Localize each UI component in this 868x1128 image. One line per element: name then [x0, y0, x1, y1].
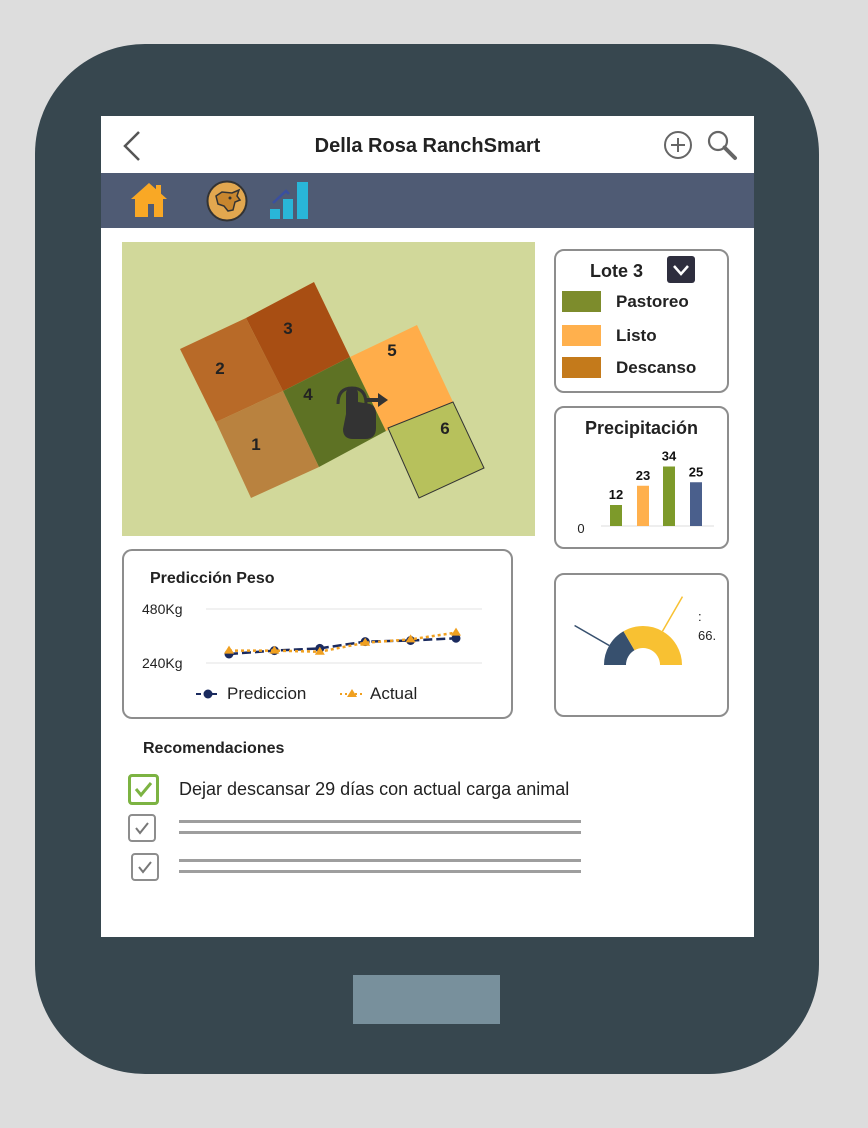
legend-swatch — [562, 291, 601, 312]
data-point — [224, 645, 234, 654]
lote-dropdown[interactable] — [667, 256, 695, 283]
gauge-chart — [574, 596, 684, 665]
search-icon[interactable] — [706, 129, 738, 161]
gauge-leader-line — [661, 596, 684, 632]
home-icon[interactable] — [129, 181, 169, 221]
precip-bar — [610, 505, 622, 526]
weight-prediction-panel: Predicción Peso 480Kg 240Kg Prediccion A… — [122, 549, 513, 719]
recommendations-title: Recomendaciones — [143, 740, 285, 757]
placeholder-lines — [179, 820, 581, 842]
pasture-map: 1 2 3 4 5 6 — [122, 242, 535, 536]
app-title: Della Rosa RanchSmart — [314, 135, 541, 157]
plot-label-2: 2 — [215, 359, 224, 378]
y-tick-bottom: 240Kg — [142, 655, 182, 671]
legend-label: Listo — [616, 326, 657, 345]
bar-chart-icon[interactable] — [269, 179, 313, 221]
home-hardware-button[interactable] — [353, 975, 500, 1024]
plot-label-5: 5 — [387, 341, 396, 360]
plot-label-1: 1 — [251, 435, 260, 454]
nav-bar — [101, 173, 754, 228]
chevron-down-icon — [673, 265, 689, 276]
precip-bar — [690, 482, 702, 526]
precip-value-label: 23 — [636, 468, 650, 483]
check-icon — [138, 861, 152, 874]
precipitation-panel: Precipitación 0 12 23 34 25 — [554, 406, 729, 549]
precip-bar — [637, 485, 649, 526]
y-tick-top: 480Kg — [142, 601, 182, 617]
lote-title: Lote 3 — [590, 261, 644, 281]
precip-value-label: 34 — [662, 449, 677, 464]
legend-actual-label: Actual — [370, 684, 418, 703]
legend-swatch — [562, 357, 601, 378]
check-icon — [134, 782, 153, 798]
precip-bar — [663, 466, 675, 526]
placeholder-lines — [179, 859, 581, 881]
gauge-value-label: : 66. — [698, 609, 717, 643]
cow-icon[interactable] — [206, 180, 248, 222]
precipitation-zero-label: 0 — [577, 521, 584, 536]
precipitation-chart: 0 12 23 34 25 — [577, 449, 714, 536]
checkbox[interactable] — [128, 814, 156, 842]
checkbox[interactable] — [128, 774, 159, 805]
recommendation-text: Dejar descansar 29 días con actual carga… — [179, 779, 570, 799]
legend-actual-marker — [340, 689, 364, 697]
top-bar: Della Rosa RanchSmart — [101, 116, 754, 173]
legend-label: Descanso — [616, 358, 697, 377]
series-line-actual — [229, 631, 457, 654]
gauge-segment — [623, 626, 682, 665]
plot-label-4: 4 — [303, 385, 313, 404]
checkbox[interactable] — [131, 853, 159, 881]
plus-circle-icon[interactable] — [663, 130, 693, 160]
lote-panel: Lote 3 Pastoreo Listo Descanso — [554, 249, 729, 393]
check-icon — [135, 822, 149, 835]
gauge-panel: : 66. — [554, 573, 729, 717]
legend-label: Pastoreo — [616, 292, 689, 311]
data-point — [451, 627, 461, 636]
legend-prediccion-label: Prediccion — [227, 684, 307, 703]
precip-value-label: 12 — [609, 487, 623, 502]
weight-prediction-chart: 480Kg 240Kg — [142, 601, 482, 699]
legend-swatch — [562, 325, 601, 346]
precip-value-label: 25 — [689, 464, 703, 479]
legend-prediccion-marker — [196, 689, 220, 699]
plot-label-6: 6 — [440, 419, 449, 438]
app-screen: Della Rosa RanchSmart 1 2 3 4 5 6 Lote 3… — [101, 116, 754, 937]
gauge-leader-line — [574, 624, 610, 647]
plot-label-3: 3 — [283, 319, 292, 338]
